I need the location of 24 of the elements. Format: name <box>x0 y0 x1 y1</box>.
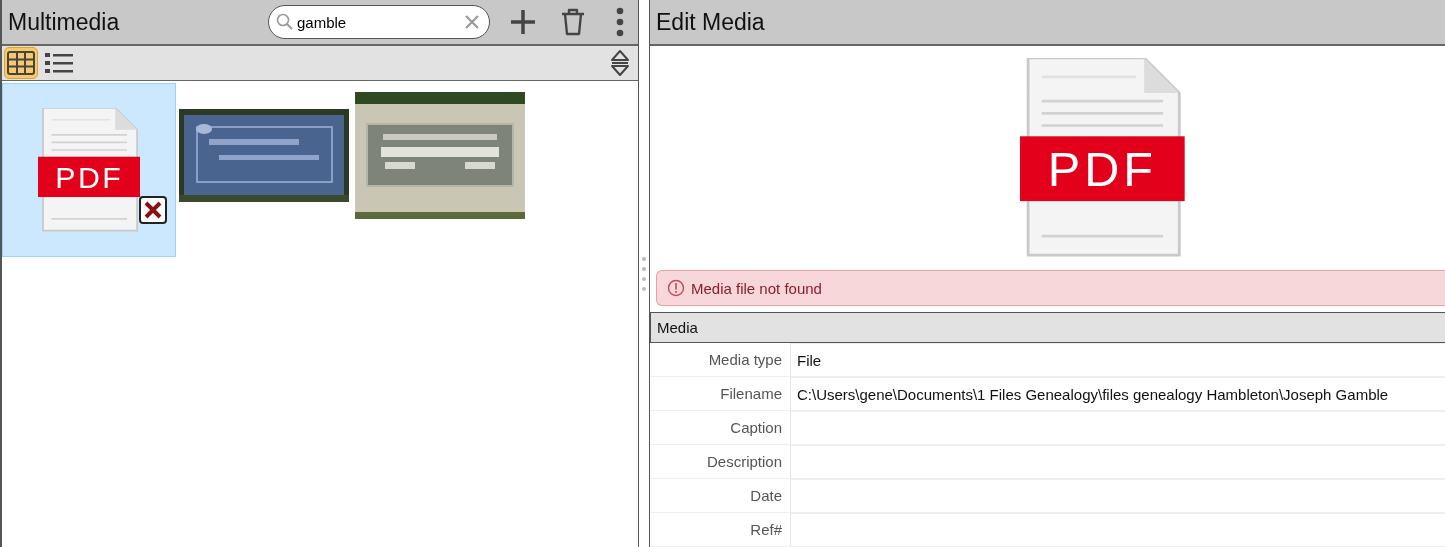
search-field[interactable]: gamble <box>268 5 490 39</box>
search-icon <box>276 13 294 31</box>
warning-icon <box>667 279 685 298</box>
field-label: Media type <box>650 343 791 376</box>
add-button[interactable] <box>510 9 536 35</box>
delete-button[interactable] <box>560 8 586 36</box>
clear-button[interactable] <box>464 14 480 30</box>
splitter-handle[interactable] <box>642 255 646 292</box>
field-label: Filename <box>650 377 791 410</box>
input-field[interactable]: File <box>791 343 1445 376</box>
missing-file-icon <box>139 196 167 224</box>
panel-title: Multimedia <box>8 8 121 36</box>
input-field[interactable]: C:\Users\gene\Documents\1 Files Genealogy\files genealogy Hambleton\Joseph Gamble <box>791 377 1445 410</box>
field-label: Caption <box>650 411 791 444</box>
field-label: Date <box>650 479 791 512</box>
grid-view-button[interactable] <box>4 47 38 79</box>
field-label: Description <box>650 445 791 478</box>
more-button[interactable] <box>616 7 624 37</box>
media-thumbnail[interactable]: PDF <box>2 83 176 257</box>
alert-text: Media file not found <box>691 279 822 297</box>
section-header: Media <box>650 312 1445 343</box>
panel-title: Edit Media <box>656 8 766 36</box>
sort-button[interactable] <box>610 48 630 78</box>
field-label: Ref# <box>650 513 791 546</box>
